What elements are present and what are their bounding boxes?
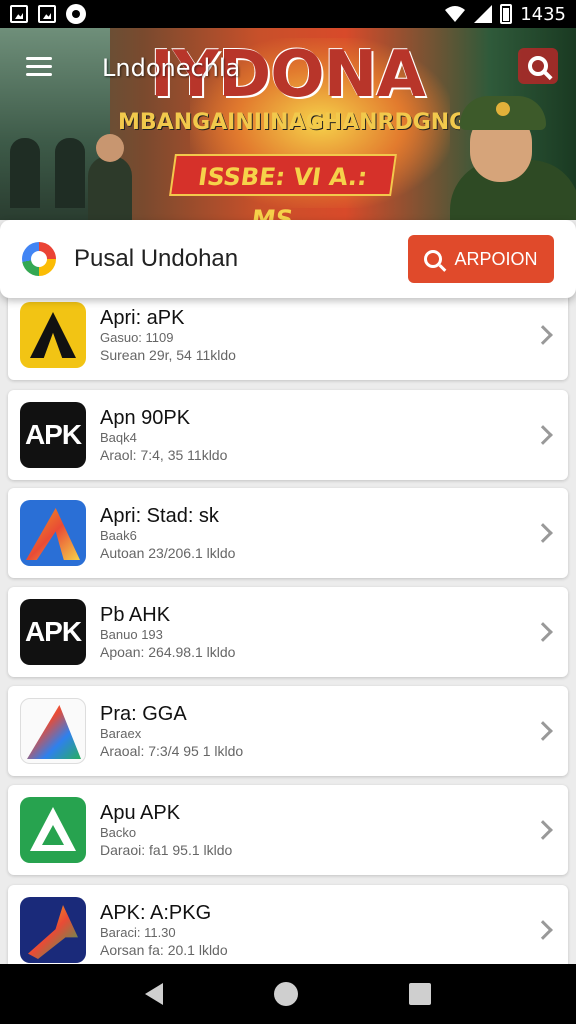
search-card: Pusal Undohan ARPOION [0, 220, 576, 298]
app-icon [20, 500, 86, 566]
status-bar: 1435 [0, 0, 576, 28]
signal-icon [474, 5, 493, 23]
search-button[interactable]: ARPOION [408, 235, 554, 283]
status-time: 1435 [520, 3, 566, 25]
item-subtitle: Baraex [100, 726, 142, 741]
chevron-right-icon [533, 523, 553, 543]
list-item[interactable]: APK Pb AHK Banuo 193 Apoan: 264.98.1 lkl… [8, 587, 568, 677]
item-subtitle: Baqk4 [100, 430, 137, 445]
chevron-right-icon [533, 425, 553, 445]
back-icon[interactable] [145, 983, 164, 1005]
search-icon[interactable] [518, 48, 558, 84]
item-title: Pb AHK [100, 604, 171, 626]
item-meta: Daraoi: fa1 95.1 lkldo [100, 842, 233, 858]
chevron-right-icon [533, 820, 553, 840]
search-icon [424, 250, 443, 268]
app-list: Apri: aPK Gasuo: 1109 Surean 29r, 54 11k… [0, 298, 576, 964]
g-logo-icon [22, 242, 56, 276]
image-icon [38, 5, 56, 23]
app-icon: APK [20, 599, 86, 665]
app-icon [20, 302, 86, 368]
app-icon: APK [20, 402, 86, 468]
chevron-right-icon [533, 325, 553, 345]
app-icon [20, 797, 86, 863]
item-title: Apri: aPK [100, 307, 185, 329]
item-meta: Autoan 23/206.1 lkldo [100, 545, 236, 561]
battery-icon [500, 4, 513, 24]
status-right-icons: 1435 [444, 4, 566, 25]
home-icon[interactable] [273, 982, 298, 1006]
list-item[interactable]: Apu APK Backo Daraoi: fa1 95.1 lkldo [8, 785, 568, 875]
item-title: Apn 90PK [100, 407, 191, 429]
item-title: Apu APK [100, 802, 181, 824]
item-subtitle: Backo [100, 825, 137, 840]
list-item[interactable]: APK: A:PKG Baraci: 11.30 Aorsan fa: 20.1… [8, 885, 568, 964]
item-title: APK: A:PKG [100, 902, 212, 924]
banner-tagline: MBANGAINIINAGHANRDGNGNGS [118, 110, 460, 135]
header-banner: IYDONA MBANGAINIINAGHANRDGNGNGS ISSBE: V… [0, 28, 576, 220]
list-item[interactable]: Apri: aPK Gasuo: 1109 Surean 29r, 54 11k… [8, 298, 568, 380]
recent-apps-icon[interactable] [408, 983, 431, 1005]
app-title: Lndonechla [102, 54, 241, 82]
app-icon [20, 897, 86, 963]
list-item[interactable]: Apri: Stad: sk Baak6 Autoan 23/206.1 lkl… [8, 488, 568, 578]
wifi-icon [445, 6, 466, 22]
item-title: Pra: GGA [100, 703, 187, 725]
nav-bar [0, 964, 576, 1024]
item-meta: Aorsan fa: 20.1 lkldo [100, 942, 228, 958]
soldier-left-graphic [88, 134, 132, 220]
search-button-label: ARPOION [454, 248, 538, 269]
app-icon [20, 698, 86, 764]
item-meta: Surean 29r, 54 11kldo [100, 347, 236, 363]
item-meta: Araol: 7:4, 35 11kldo [100, 447, 228, 463]
hamburger-icon[interactable] [26, 52, 54, 80]
item-subtitle: Baraci: 11.30 [100, 925, 176, 940]
status-left-icons [10, 4, 86, 24]
chevron-right-icon [533, 721, 553, 741]
item-meta: Araoal: 7:3/4 95 1 lkldo [100, 743, 244, 759]
banner-badge: ISSBE: VI A.: MS. [169, 154, 397, 220]
item-subtitle: Gasuo: 1109 [100, 330, 174, 345]
list-item[interactable]: Pra: GGA Baraex Araoal: 7:3/4 95 1 lkldo [8, 686, 568, 776]
list-item[interactable]: APK Apn 90PK Baqk4 Araol: 7:4, 35 11kldo [8, 390, 568, 480]
item-subtitle: Banuo 193 [100, 627, 163, 642]
item-subtitle: Baak6 [100, 528, 137, 543]
item-meta: Apoan: 264.98.1 lkldo [100, 644, 236, 660]
search-label[interactable]: Pusal Undohan [74, 245, 238, 273]
chevron-right-icon [533, 920, 553, 940]
chevron-right-icon [533, 622, 553, 642]
soldier-right-graphic [440, 68, 576, 220]
record-icon [66, 4, 86, 24]
image-icon [10, 5, 28, 23]
item-title: Apri: Stad: sk [100, 505, 219, 527]
